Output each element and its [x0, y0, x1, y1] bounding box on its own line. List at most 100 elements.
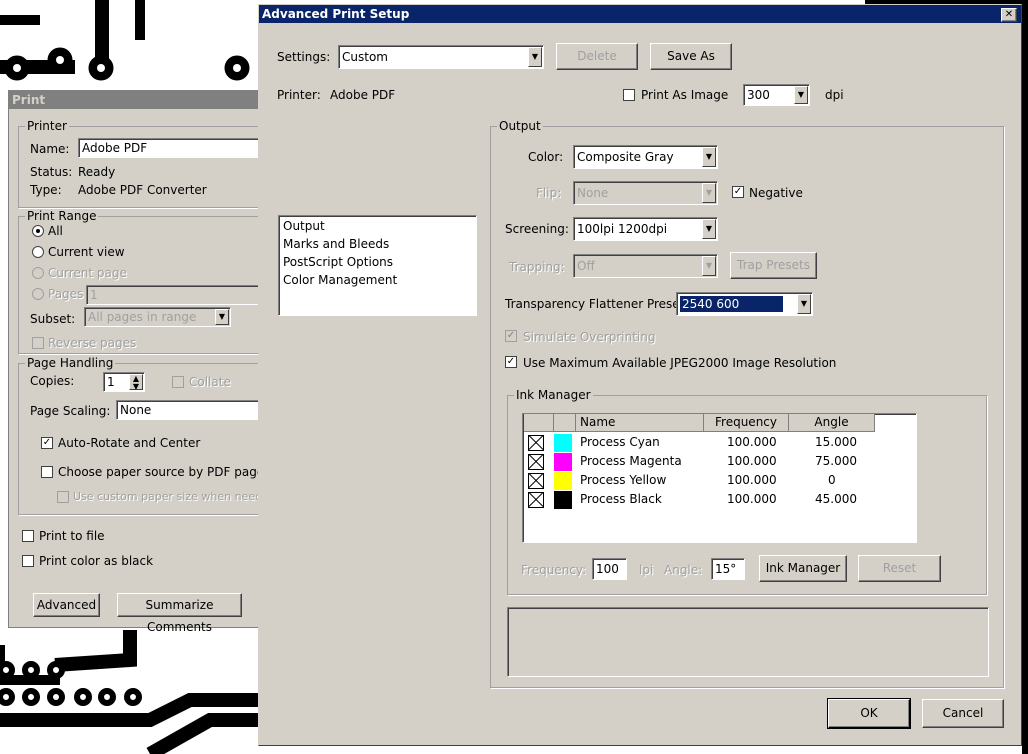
ink-enabled-checkbox[interactable] — [528, 473, 544, 489]
simulate-overprinting-label[interactable]: Simulate Overprinting — [523, 329, 655, 345]
choose-paper-label[interactable]: Choose paper source by PDF page size — [58, 464, 291, 480]
trap-presets-button[interactable]: Trap Presets — [730, 252, 817, 279]
printer-value: Adobe PDF — [330, 88, 396, 102]
category-item-color-management[interactable]: Color Management — [283, 271, 397, 289]
auto-rotate-checkbox[interactable]: ✓ — [41, 437, 53, 449]
reset-button[interactable]: Reset — [858, 555, 941, 582]
ink-angle: 45.000 — [815, 492, 857, 506]
copies-stepper[interactable]: 1 ▲ ▼ — [103, 372, 145, 392]
advanced-button[interactable]: Advanced — [33, 593, 100, 617]
angle-label: Angle: — [664, 563, 703, 577]
ink-name: Process Yellow — [580, 473, 667, 487]
ink-table[interactable]: Name Frequency Angle Process Cyan 100.00… — [522, 413, 917, 543]
category-item-marks-and-bleeds[interactable]: Marks and Bleeds — [283, 235, 389, 253]
custom-paper-checkbox[interactable] — [57, 491, 69, 503]
range-current-page-radio[interactable] — [32, 267, 44, 279]
use-max-jpeg-label[interactable]: Use Maximum Available JPEG2000 Image Res… — [523, 355, 836, 371]
settings-select[interactable]: Custom ▼ — [338, 45, 544, 69]
spin-arrows-icon[interactable]: ▲ ▼ — [129, 374, 143, 391]
category-list[interactable]: Output Marks and Bleeds PostScript Optio… — [278, 215, 477, 316]
print-color-black-label[interactable]: Print color as black — [39, 553, 153, 569]
collate-label[interactable]: Collate — [189, 374, 231, 390]
negative-label[interactable]: Negative — [749, 185, 803, 201]
dpi-select[interactable]: 300 ▼ — [743, 84, 810, 106]
range-current-view-radio[interactable] — [32, 246, 44, 258]
delete-button[interactable]: Delete — [556, 43, 638, 70]
print-as-image-checkbox[interactable] — [623, 89, 635, 101]
frequency-input[interactable]: 100 — [592, 558, 627, 580]
print-as-image-label[interactable]: Print As Image — [641, 87, 728, 103]
description-box — [507, 607, 989, 677]
range-current-page-label[interactable]: Current page — [48, 265, 127, 281]
chevron-down-icon[interactable]: ▼ — [702, 183, 716, 203]
print-to-file-label[interactable]: Print to file — [39, 528, 105, 544]
flattener-select[interactable]: 2540 600 ▼ — [676, 292, 813, 316]
page-scaling-select[interactable]: None — [116, 400, 268, 420]
chevron-down-icon[interactable]: ▼ — [797, 294, 811, 314]
copies-label: Copies: — [30, 374, 75, 388]
ink-col-frequency[interactable]: Frequency — [704, 414, 789, 432]
chevron-down-icon[interactable]: ▼ — [794, 86, 808, 104]
screening-select[interactable]: 100lpi 1200dpi ▼ — [573, 217, 718, 241]
type-label: Type: — [30, 183, 62, 197]
ink-manager-button[interactable]: Ink Manager — [759, 555, 847, 582]
ink-swatch — [554, 472, 572, 490]
trapping-select[interactable]: Off ▼ — [573, 254, 718, 278]
save-as-button[interactable]: Save As — [650, 43, 732, 70]
ink-enabled-checkbox[interactable] — [528, 435, 544, 451]
chevron-down-icon[interactable]: ▼ — [215, 309, 229, 325]
chevron-down-icon[interactable]: ▼ — [702, 147, 716, 167]
simulate-overprinting-checkbox[interactable]: ✓ — [505, 330, 517, 342]
range-pages-radio[interactable] — [32, 288, 44, 300]
ink-enabled-checkbox[interactable] — [528, 454, 544, 470]
range-pages-label[interactable]: Pages — [48, 286, 83, 302]
ink-angle: 15.000 — [815, 435, 857, 449]
subset-value: All pages in range — [88, 310, 197, 324]
range-all-radio[interactable] — [32, 225, 44, 237]
custom-paper-label[interactable]: Use custom paper size when needed — [73, 489, 276, 505]
range-all-label[interactable]: All — [48, 223, 63, 239]
ink-col-angle[interactable]: Angle — [789, 414, 875, 432]
close-icon[interactable]: ✕ — [1001, 8, 1017, 22]
angle-input[interactable]: 15° — [711, 558, 745, 580]
ink-swatch — [554, 453, 572, 471]
summarize-comments-button[interactable]: Summarize Comments — [117, 593, 242, 634]
color-label: Color: — [528, 150, 564, 164]
use-max-jpeg-checkbox[interactable]: ✓ — [505, 356, 517, 368]
type-value: Adobe PDF Converter — [78, 183, 207, 197]
reverse-pages-label[interactable]: Reverse pages — [48, 335, 136, 351]
print-to-file-checkbox[interactable] — [22, 530, 34, 542]
trapping-value: Off — [577, 259, 595, 273]
advanced-dialog-title: Advanced Print Setup — [262, 7, 410, 21]
printer-name-select[interactable]: Adobe PDF — [78, 138, 268, 158]
subset-select[interactable]: All pages in range ▼ — [84, 307, 231, 327]
ink-col-name[interactable]: Name — [576, 414, 704, 432]
reverse-pages-checkbox[interactable] — [32, 337, 44, 349]
range-current-view-label[interactable]: Current view — [48, 244, 125, 260]
advanced-dialog-title-bar: Advanced Print Setup — [259, 5, 1021, 23]
choose-paper-checkbox[interactable] — [41, 466, 53, 478]
category-item-output[interactable]: Output — [283, 217, 325, 235]
lpi-unit: lpi — [639, 563, 654, 577]
negative-checkbox[interactable]: ✓ — [732, 186, 744, 198]
printer-group-label: Printer — [25, 119, 69, 133]
category-item-postscript-options[interactable]: PostScript Options — [283, 253, 393, 271]
flip-select[interactable]: None ▼ — [573, 181, 718, 205]
ink-name: Process Black — [580, 492, 662, 506]
cancel-button[interactable]: Cancel — [922, 699, 1004, 728]
output-group-label: Output — [497, 119, 543, 133]
ok-button[interactable]: OK — [827, 698, 911, 729]
pages-input[interactable]: 1 — [86, 285, 268, 305]
ink-swatch — [554, 434, 572, 452]
ink-angle: 75.000 — [815, 454, 857, 468]
color-select[interactable]: Composite Gray ▼ — [573, 145, 718, 169]
ink-name: Process Magenta — [580, 454, 682, 468]
chevron-down-icon[interactable]: ▼ — [528, 47, 542, 67]
auto-rotate-label[interactable]: Auto-Rotate and Center — [58, 435, 200, 451]
chevron-down-icon[interactable]: ▼ — [702, 256, 716, 276]
print-color-black-checkbox[interactable] — [22, 555, 34, 567]
ink-frequency: 100.000 — [727, 454, 777, 468]
ink-enabled-checkbox[interactable] — [528, 492, 544, 508]
chevron-down-icon[interactable]: ▼ — [702, 219, 716, 239]
collate-checkbox[interactable] — [172, 376, 184, 388]
